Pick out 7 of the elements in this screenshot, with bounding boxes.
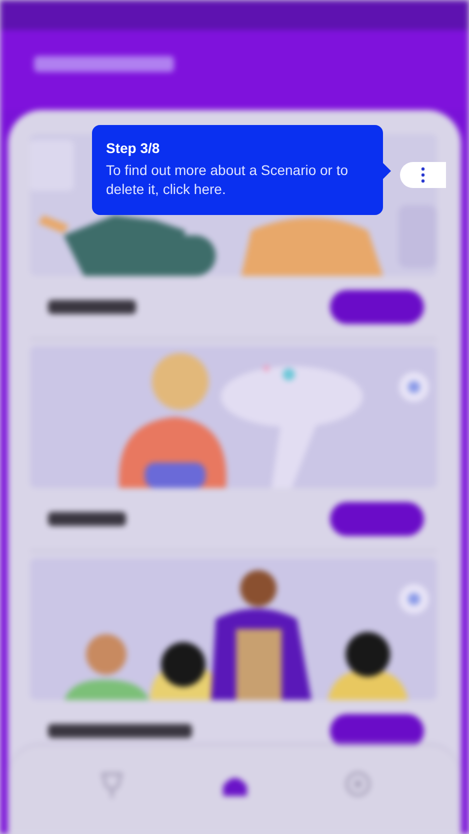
more-icon <box>421 167 425 183</box>
more-button[interactable] <box>400 162 446 188</box>
tooltip-message: To find out more about a Scenario or to delete it, click here. <box>106 161 350 199</box>
tooltip-step: Step 3/8 <box>106 140 369 156</box>
select-button[interactable] <box>330 290 424 324</box>
select-button[interactable] <box>330 714 424 748</box>
select-button[interactable] <box>330 502 424 536</box>
